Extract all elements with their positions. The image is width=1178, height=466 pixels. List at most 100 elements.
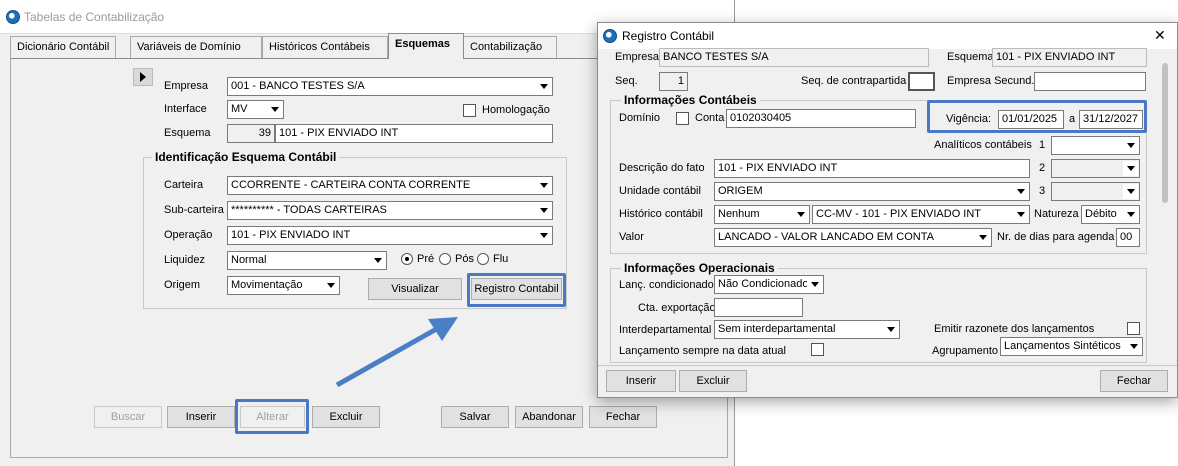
chevron-down-icon xyxy=(1123,138,1138,153)
chevron-down-icon xyxy=(536,79,551,94)
tab-dicionario[interactable]: Dicionário Contábil xyxy=(10,36,117,58)
radio-pos[interactable] xyxy=(439,253,451,265)
dialog-title: Registro Contábil xyxy=(622,29,715,43)
app-icon xyxy=(6,10,20,24)
chevron-down-icon xyxy=(536,228,551,243)
app-icon xyxy=(603,29,617,43)
d-seq-contra-field[interactable] xyxy=(908,72,935,91)
chevron-down-icon xyxy=(807,277,822,292)
esquema-name-field[interactable]: 101 - PIX ENVIADO INT xyxy=(275,124,553,143)
d-inserir-button[interactable]: Inserir xyxy=(606,370,676,392)
d-dominio-label: Domínio xyxy=(619,112,660,124)
registro-contabil-dialog: Registro Contábil ✕ Empresa BANCO TESTES… xyxy=(597,22,1178,398)
chevron-down-icon xyxy=(1013,207,1028,222)
d-interdep-select[interactable]: Sem interdepartamental xyxy=(714,320,900,339)
d-historico-select-2[interactable]: CC-MV - 101 - PIX ENVIADO INT xyxy=(812,205,1030,224)
visualizar-button[interactable]: Visualizar xyxy=(368,278,462,300)
tab-esquemas[interactable]: Esquemas xyxy=(388,33,464,59)
inserir-button[interactable]: Inserir xyxy=(167,406,235,428)
chevron-down-icon xyxy=(536,178,551,193)
d-dominio-checkbox[interactable] xyxy=(676,112,689,125)
chevron-down-icon xyxy=(267,102,282,117)
window-title: Tabelas de Contabilização xyxy=(24,10,165,24)
d-esquema-field: 101 - PIX ENVIADO INT xyxy=(992,48,1147,67)
alterar-button[interactable]: Alterar xyxy=(240,406,305,428)
radio-pre[interactable] xyxy=(401,253,413,265)
close-icon[interactable]: ✕ xyxy=(1154,27,1166,44)
chevron-down-icon xyxy=(793,207,808,222)
chevron-down-icon xyxy=(1126,339,1141,354)
tab-contabilizacao[interactable]: Contabilização xyxy=(463,36,557,58)
radio-flu[interactable] xyxy=(477,253,489,265)
d-vigencia-label: Vigência: xyxy=(946,113,992,125)
interface-select[interactable]: MV xyxy=(227,100,284,119)
d-descricao-label: Descrição do fato xyxy=(619,162,705,174)
d-seq-contra-label: Seq. de contrapartida xyxy=(801,75,907,87)
operacao-select[interactable]: 101 - PIX ENVIADO INT xyxy=(227,226,553,245)
origem-select[interactable]: Movimentação xyxy=(227,276,340,295)
radio-pos-label: Pós xyxy=(455,253,474,265)
d-analitico-1-select[interactable] xyxy=(1051,136,1140,155)
d-vigencia-end[interactable]: 31/12/2027 xyxy=(1079,110,1143,129)
d-empresa-secund-field[interactable] xyxy=(1034,72,1146,91)
record-pointer-icon xyxy=(133,68,153,86)
d-cta-export-label: Cta. exportação xyxy=(638,302,716,314)
d-empresa-secund-label: Empresa Secund. xyxy=(947,75,1035,87)
d-historico-select[interactable]: Nenhum xyxy=(714,205,810,224)
d-analitico-2-select[interactable] xyxy=(1051,159,1140,178)
chevron-down-icon xyxy=(1123,207,1138,222)
subcarteira-select[interactable]: ********** - TODAS CARTEIRAS xyxy=(227,201,553,220)
buscar-button[interactable]: Buscar xyxy=(94,406,162,428)
chevron-down-icon xyxy=(536,203,551,218)
d-valor-select[interactable]: LANCADO - VALOR LANCADO EM CONTA xyxy=(714,228,992,247)
d-analitico-2-label: 2 xyxy=(1039,162,1046,174)
d-vigencia-sep: a xyxy=(1069,113,1076,125)
chevron-down-icon xyxy=(975,230,990,245)
d-fechar-button[interactable]: Fechar xyxy=(1100,370,1168,392)
d-emitir-label: Emitir razonete dos lançamentos xyxy=(934,323,1095,335)
d-historico-label: Histórico contábil xyxy=(619,208,703,220)
salvar-button[interactable]: Salvar xyxy=(441,406,509,428)
d-seq-field: 1 xyxy=(659,72,688,91)
origem-label: Origem xyxy=(164,279,201,291)
chevron-down-icon xyxy=(370,253,385,268)
d-descricao-field[interactable]: 101 - PIX ENVIADO INT xyxy=(714,159,1030,178)
footer-separator xyxy=(598,365,1177,366)
d-esquema-label: Esquema xyxy=(947,51,994,63)
carteira-label: Carteira xyxy=(164,179,204,191)
interface-label: Interface xyxy=(164,103,207,115)
d-natureza-select[interactable]: Débito xyxy=(1081,205,1140,224)
esquema-code-field: 39 xyxy=(227,124,275,143)
liquidez-select[interactable]: Normal xyxy=(227,251,387,270)
d-emitir-checkbox[interactable] xyxy=(1127,322,1140,335)
d-empresa-field: BANCO TESTES S/A xyxy=(659,48,929,67)
carteira-select[interactable]: CCORRENTE - CARTEIRA CONTA CORRENTE xyxy=(227,176,553,195)
abandonar-button[interactable]: Abandonar xyxy=(515,406,583,428)
info-operacionais-title: Informações Operacionais xyxy=(621,261,778,275)
d-cta-export-field[interactable] xyxy=(714,298,803,317)
scrollbar-thumb[interactable] xyxy=(1162,63,1168,203)
d-analitico-3-select[interactable] xyxy=(1051,182,1140,201)
tab-historicos[interactable]: Históricos Contábeis xyxy=(262,36,388,58)
d-agrupamento-label: Agrupamento xyxy=(932,345,999,357)
d-natureza-label: Natureza xyxy=(1034,208,1079,220)
d-conta-label: Conta xyxy=(695,112,725,124)
tab-variaveis[interactable]: Variáveis de Domínio xyxy=(130,36,262,58)
d-analitico-1-label: 1 xyxy=(1039,139,1046,151)
fechar-button[interactable]: Fechar xyxy=(589,406,657,428)
d-vigencia-start[interactable]: 01/01/2025 xyxy=(998,110,1064,129)
homologacao-checkbox[interactable] xyxy=(463,104,476,117)
d-nr-dias-field[interactable]: 00 xyxy=(1116,228,1140,247)
d-excluir-button[interactable]: Excluir xyxy=(679,370,747,392)
d-agrupamento-select[interactable]: Lançamentos Sintéticos xyxy=(1000,337,1143,356)
d-lanc-cond-select[interactable]: Não Condicionado xyxy=(714,275,824,294)
info-contabeis-title: Informações Contábeis xyxy=(621,93,760,107)
d-analitico-3-label: 3 xyxy=(1039,185,1046,197)
empresa-select[interactable]: 001 - BANCO TESTES S/A xyxy=(227,77,553,96)
d-unidade-select[interactable]: ORIGEM xyxy=(714,182,1030,201)
registro-contabil-button[interactable]: Registro Contabil xyxy=(471,278,562,300)
d-conta-field[interactable]: 0102030405 xyxy=(726,109,916,128)
d-lanc-sempre-checkbox[interactable] xyxy=(811,343,824,356)
annotation-arrow-icon xyxy=(335,317,458,388)
excluir-button[interactable]: Excluir xyxy=(312,406,380,428)
